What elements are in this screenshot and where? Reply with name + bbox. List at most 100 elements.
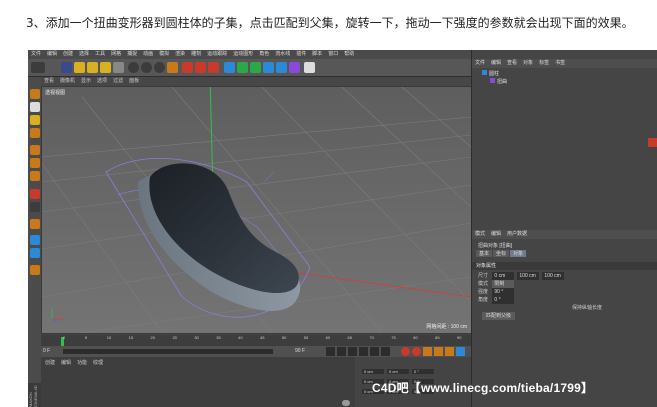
om-menu-item[interactable]: 查看 — [507, 60, 517, 66]
material-menu-item[interactable]: 功能 — [77, 360, 87, 366]
page-scroll-indicator[interactable] — [342, 400, 350, 406]
viewport-menu-item[interactable]: 查看 — [44, 78, 54, 84]
coord-rotation-field[interactable]: 0 ° — [412, 369, 434, 374]
spline-icon[interactable] — [237, 62, 248, 73]
undo-icon[interactable] — [31, 62, 45, 73]
planar-workplane-icon[interactable] — [30, 248, 40, 258]
viewport-menu-item[interactable]: 选项 — [97, 78, 107, 84]
previous-key-icon[interactable] — [337, 347, 346, 356]
perspective-viewport[interactable]: 透视视图 网格间距 : 100 cm — [42, 87, 471, 333]
menu-item[interactable]: 运动跟踪 — [207, 51, 227, 57]
go-to-end-icon[interactable] — [381, 347, 390, 356]
render-settings-icon[interactable] — [208, 62, 219, 73]
position-key-icon[interactable] — [434, 347, 443, 356]
am-menu-item[interactable]: 用户数据 — [507, 231, 527, 237]
angle-field[interactable]: 0 ° — [492, 296, 515, 304]
menu-item[interactable]: 网格 — [111, 51, 121, 57]
menu-item[interactable]: 创建 — [63, 51, 73, 57]
autokey-icon[interactable] — [412, 347, 421, 356]
enable-axis-icon[interactable] — [30, 189, 40, 199]
menu-item[interactable]: 编辑 — [47, 51, 57, 57]
workplane-icon[interactable] — [30, 128, 40, 138]
polygons-mode-icon[interactable] — [30, 171, 40, 181]
om-menu-item[interactable]: 对象 — [523, 60, 533, 66]
side-tab-icon[interactable] — [648, 138, 657, 147]
viewport-menu-item[interactable]: 过滤 — [113, 78, 123, 84]
x-axis-icon[interactable] — [128, 62, 139, 73]
viewport-menu-item[interactable]: 显示 — [81, 78, 91, 84]
light-icon[interactable] — [304, 62, 315, 73]
tab-basic[interactable]: 基本 — [476, 250, 493, 257]
menu-item[interactable]: 窗口 — [328, 51, 338, 57]
material-menu-item[interactable]: 编辑 — [61, 360, 71, 366]
strength-field[interactable]: 90 ° — [492, 288, 515, 296]
menu-item[interactable]: 模拟 — [159, 51, 169, 57]
menu-item[interactable]: 渲染 — [175, 51, 185, 57]
menu-item[interactable]: 帮助 — [344, 51, 354, 57]
object-row-cylinder[interactable]: 圆柱 — [482, 70, 499, 78]
menu-item[interactable]: 脚本 — [312, 51, 322, 57]
menu-item[interactable]: 选择 — [79, 51, 89, 57]
size-y-field[interactable]: 100 cm — [517, 272, 540, 280]
tab-coord[interactable]: 坐标 — [493, 250, 510, 257]
keyframe-selection-icon[interactable] — [423, 347, 432, 356]
mode-dropdown[interactable]: 限制 — [492, 280, 515, 288]
coordinate-system-icon[interactable] — [167, 62, 178, 73]
play-backward-icon[interactable] — [348, 347, 357, 356]
menu-item[interactable]: 流水线 — [275, 51, 290, 57]
array-icon[interactable] — [263, 62, 274, 73]
render-to-picture-viewer-icon[interactable] — [195, 62, 206, 73]
select-arrow-icon[interactable] — [61, 62, 72, 73]
viewport-menu-item[interactable]: 摄像机 — [60, 78, 75, 84]
om-menu-item[interactable]: 标签 — [539, 60, 549, 66]
material-menu-item[interactable]: 创建 — [45, 360, 55, 366]
texture-mode-icon[interactable] — [30, 115, 40, 125]
play-icon[interactable] — [359, 347, 368, 356]
am-menu-item[interactable]: 编辑 — [491, 231, 501, 237]
size-z-field[interactable]: 100 cm — [542, 272, 565, 280]
tab-object[interactable]: 对象 — [510, 250, 527, 257]
coord-position-field[interactable]: 0 cm — [362, 369, 384, 374]
viewport-menu-item[interactable]: 面板 — [129, 78, 139, 84]
menu-item[interactable]: 角色 — [259, 51, 269, 57]
y-axis-icon[interactable] — [141, 62, 152, 73]
menu-item[interactable]: 插件 — [296, 51, 306, 57]
material-menu-item[interactable]: 纹理 — [93, 360, 103, 366]
lock-workplane-icon[interactable] — [30, 235, 40, 245]
size-x-field[interactable]: 0 cm — [492, 272, 515, 280]
rotate-icon[interactable] — [100, 62, 111, 73]
points-mode-icon[interactable] — [30, 145, 40, 155]
menu-item[interactable]: 动画 — [143, 51, 153, 57]
scale-key-icon[interactable] — [456, 347, 465, 356]
end-frame-field[interactable]: 90 F — [295, 348, 305, 354]
menu-item[interactable]: 文件 — [31, 51, 41, 57]
model-mode-icon[interactable] — [30, 102, 40, 112]
frame-range-slider[interactable] — [63, 349, 273, 354]
move-icon[interactable] — [74, 62, 85, 73]
make-editable-icon[interactable] — [30, 89, 40, 99]
record-icon[interactable] — [401, 347, 410, 356]
om-menu-item[interactable]: 书签 — [555, 60, 565, 66]
menu-item[interactable]: 雕刻 — [191, 51, 201, 57]
edges-mode-icon[interactable] — [30, 158, 40, 168]
menu-item[interactable]: 捕捉 — [127, 51, 137, 57]
coord-size-field[interactable]: 0 cm — [387, 369, 409, 374]
recent-tool-icon[interactable] — [113, 62, 124, 73]
menu-item[interactable]: 运动图形 — [233, 51, 253, 57]
snap-icon[interactable] — [30, 219, 40, 229]
go-to-start-icon[interactable] — [326, 347, 335, 356]
render-view-icon[interactable] — [182, 62, 193, 73]
om-menu-item[interactable]: 文件 — [475, 60, 485, 66]
om-menu-item[interactable]: 编辑 — [491, 60, 501, 66]
start-frame-field[interactable]: 0 F — [43, 348, 50, 354]
sculpt-icon[interactable] — [30, 265, 40, 275]
next-key-icon[interactable] — [370, 347, 379, 356]
scene-icon[interactable] — [276, 62, 287, 73]
menu-item[interactable]: 工具 — [95, 51, 105, 57]
scale-icon[interactable] — [87, 62, 98, 73]
deformer-icon[interactable] — [289, 62, 300, 73]
rotation-key-icon[interactable] — [445, 347, 454, 356]
am-menu-item[interactable]: 模式 — [475, 231, 485, 237]
tweak-icon[interactable] — [30, 202, 40, 212]
z-axis-icon[interactable] — [154, 62, 165, 73]
